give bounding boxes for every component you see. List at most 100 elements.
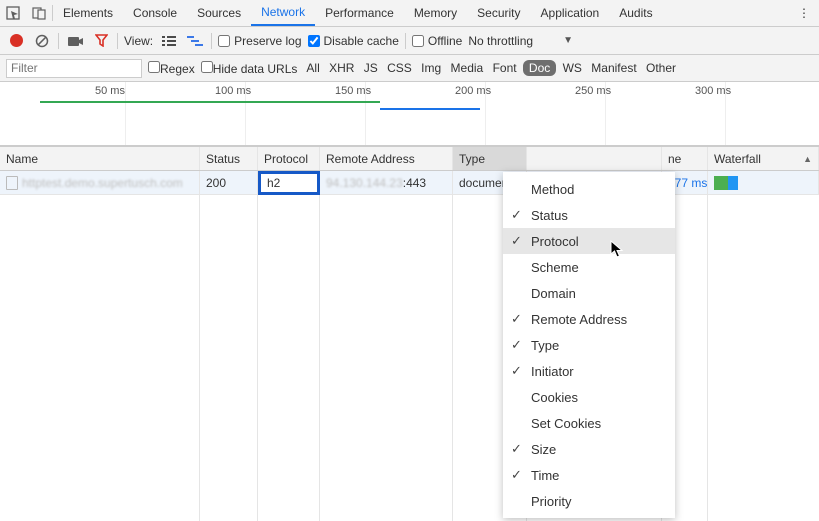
tab-console[interactable]: Console (123, 0, 187, 26)
document-icon (6, 176, 18, 190)
context-menu-item-protocol[interactable]: ✓Protocol (503, 228, 675, 254)
context-menu-label: Type (531, 338, 559, 353)
divider (58, 33, 59, 49)
large-rows-icon[interactable] (159, 35, 179, 47)
column-headers[interactable]: Name Status Protocol Remote Address Type… (0, 146, 819, 171)
timeline-tick: 150 ms (335, 85, 371, 97)
cell-status: 200 (200, 171, 258, 194)
column-hidden[interactable] (527, 147, 662, 170)
throttling-label: No throttling (468, 34, 533, 48)
type-filter-js[interactable]: JS (361, 61, 381, 75)
timeline-tick: 200 ms (455, 85, 491, 97)
cell-name: httptest.demo.supertusch.com (0, 171, 200, 194)
record-button[interactable] (6, 34, 26, 47)
timeline-tick: 50 ms (95, 85, 125, 97)
column-remote-address[interactable]: Remote Address (320, 147, 453, 170)
timeline-overview[interactable]: 50 ms 100 ms 150 ms 200 ms 250 ms 300 ms (0, 82, 819, 146)
context-menu-label: Domain (531, 286, 576, 301)
more-menu-icon[interactable]: ⋮ (789, 6, 819, 20)
cell-remote: 94.130.144.23:443 (320, 171, 453, 194)
clear-button[interactable] (32, 34, 52, 48)
hide-data-urls-label: Hide data URLs (213, 62, 298, 76)
context-menu-item-method[interactable]: Method (503, 176, 675, 202)
context-menu-label: Time (531, 468, 559, 483)
hide-data-urls-checkbox[interactable]: Hide data URLs (201, 61, 298, 76)
check-icon: ✓ (511, 363, 522, 379)
offline-checkbox[interactable]: Offline (412, 34, 462, 48)
regex-label: Regex (160, 62, 195, 76)
context-menu-item-time[interactable]: ✓ Time (503, 462, 675, 488)
preserve-log-checkbox[interactable]: Preserve log (218, 34, 301, 48)
context-menu-item-set-cookies[interactable]: Set Cookies (503, 410, 675, 436)
context-menu-label: Protocol (531, 234, 579, 249)
network-row[interactable]: httptest.demo.supertusch.com 200 h2 94.1… (0, 171, 819, 195)
tab-memory[interactable]: Memory (404, 0, 467, 26)
filter-input[interactable] (6, 59, 142, 78)
tab-sources[interactable]: Sources (187, 0, 251, 26)
check-icon: ✓ (511, 441, 522, 457)
type-filter-ws[interactable]: WS (560, 61, 585, 75)
context-menu-label: Size (531, 442, 556, 457)
context-menu-item-cookies[interactable]: Cookies (503, 384, 675, 410)
type-filter-manifest[interactable]: Manifest (588, 61, 639, 75)
type-filter-doc[interactable]: Doc (523, 60, 556, 76)
divider (405, 33, 406, 49)
type-filter-all[interactable]: All (303, 61, 322, 75)
context-menu-item-initiator[interactable]: ✓ Initiator (503, 358, 675, 384)
context-menu-item-scheme[interactable]: Scheme (503, 254, 675, 280)
tab-performance[interactable]: Performance (315, 0, 404, 26)
column-type[interactable]: Type (453, 147, 527, 170)
context-menu-label: Initiator (531, 364, 574, 379)
context-menu-item-remote-address[interactable]: ✓Remote Address (503, 306, 675, 332)
context-menu-item-priority[interactable]: Priority (503, 488, 675, 514)
context-menu-item-domain[interactable]: Domain (503, 280, 675, 306)
context-menu-label: Scheme (531, 260, 579, 275)
screenshot-icon[interactable] (65, 35, 85, 47)
overview-icon[interactable] (185, 35, 205, 47)
type-filter-other[interactable]: Other (643, 61, 679, 75)
tab-security[interactable]: Security (467, 0, 530, 26)
chevron-down-icon: ▼ (563, 35, 573, 46)
context-menu-item-status[interactable]: ✓Status (503, 202, 675, 228)
tab-application[interactable]: Application (531, 0, 610, 26)
context-menu-item-size[interactable]: ✓ Size (503, 436, 675, 462)
type-filter-media[interactable]: Media (448, 61, 487, 75)
context-menu-label: Remote Address (531, 312, 627, 327)
type-filter-css[interactable]: CSS (384, 61, 415, 75)
sort-indicator-icon: ▲ (803, 154, 812, 164)
tab-audits[interactable]: Audits (609, 0, 662, 26)
disable-cache-label: Disable cache (324, 34, 399, 48)
column-time[interactable]: ne (662, 147, 708, 170)
tab-network[interactable]: Network (251, 0, 315, 26)
disable-cache-checkbox[interactable]: Disable cache (308, 34, 399, 48)
timeline-tick: 100 ms (215, 85, 251, 97)
check-icon: ✓ (511, 207, 522, 223)
context-menu-item-type[interactable]: ✓ Type (503, 332, 675, 358)
type-filter-img[interactable]: Img (418, 61, 444, 75)
column-protocol[interactable]: Protocol (258, 147, 320, 170)
context-menu-label: Priority (531, 494, 571, 509)
check-icon: ✓ (511, 467, 522, 483)
divider (211, 33, 212, 49)
context-menu-label: Set Cookies (531, 416, 601, 431)
filter-icon[interactable] (91, 34, 111, 47)
check-icon: ✓ (511, 337, 522, 353)
column-status[interactable]: Status (200, 147, 258, 170)
column-name[interactable]: Name (0, 147, 200, 170)
regex-checkbox[interactable]: Regex (148, 61, 195, 76)
cell-waterfall (708, 171, 819, 194)
type-filter-font[interactable]: Font (490, 61, 520, 75)
column-context-menu: Method✓Status✓ProtocolSchemeDomain✓Remot… (503, 172, 675, 518)
context-menu-label: Method (531, 182, 574, 197)
throttling-select[interactable]: No throttling ▼ (468, 34, 573, 48)
timeline-tick: 300 ms (695, 85, 731, 97)
type-filter-xhr[interactable]: XHR (326, 61, 357, 75)
view-label: View: (124, 34, 153, 48)
timeline-tick: 250 ms (575, 85, 611, 97)
tab-elements[interactable]: Elements (53, 0, 123, 26)
device-toggle-icon[interactable] (26, 6, 52, 20)
column-waterfall[interactable]: Waterfall ▲ (708, 147, 819, 170)
preserve-log-label: Preserve log (234, 34, 301, 48)
inspect-element-icon[interactable] (0, 6, 26, 20)
context-menu-label: Cookies (531, 390, 578, 405)
